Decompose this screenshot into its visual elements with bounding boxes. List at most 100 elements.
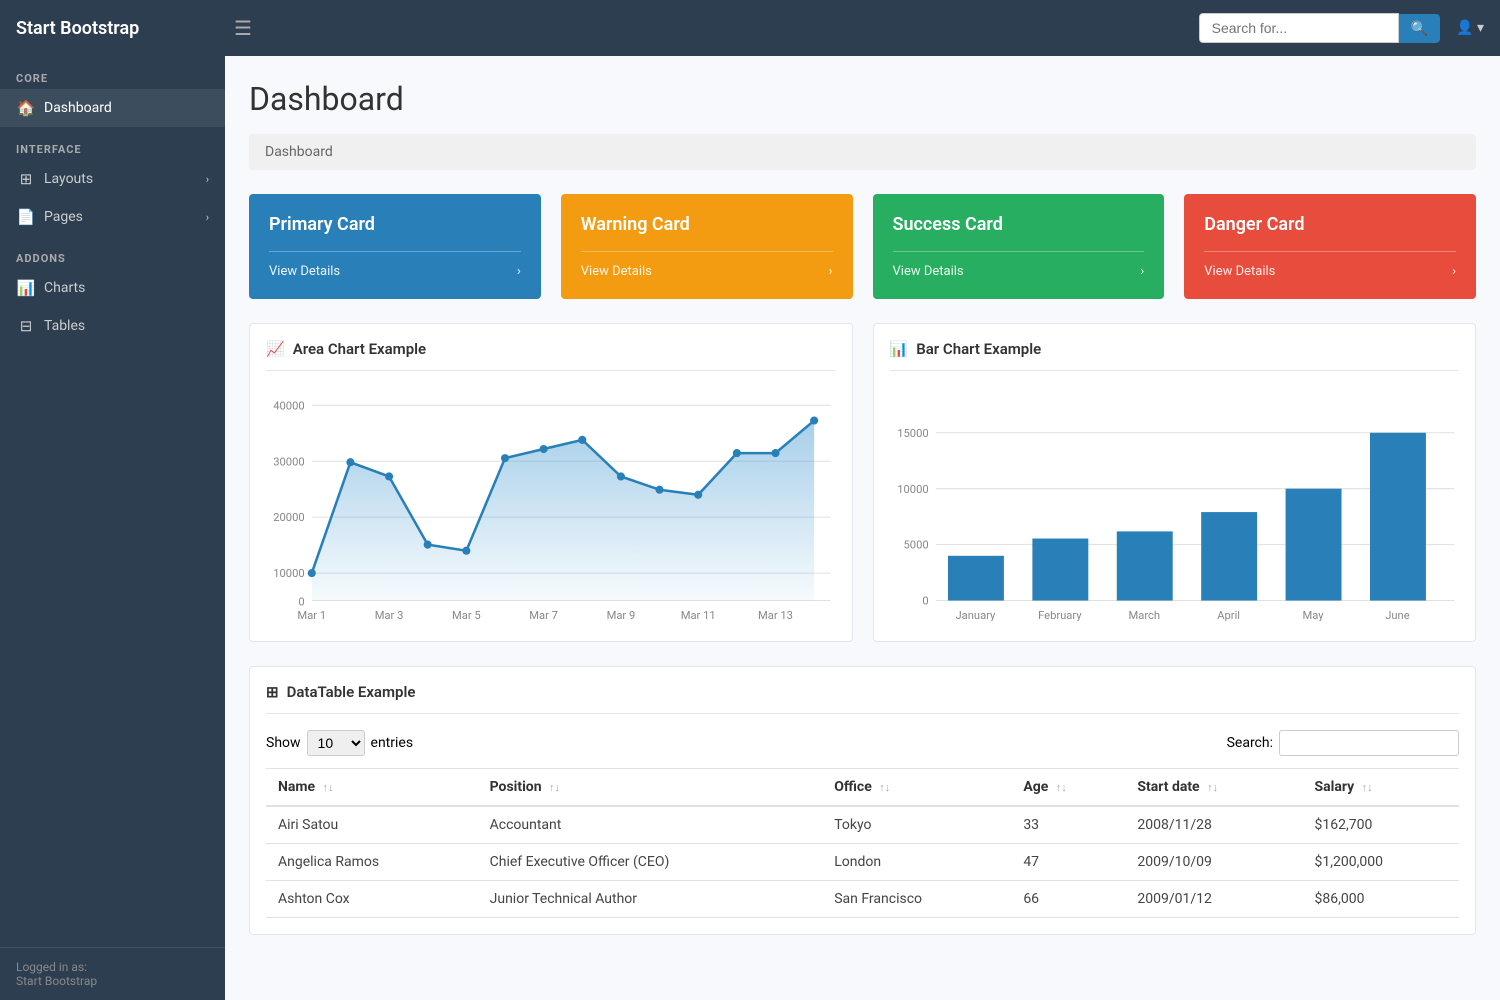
table-cell: $1,200,000 [1303,843,1459,880]
sidebar-item-tables[interactable]: ⊟ Tables [0,307,225,345]
layouts-icon: ⊞ [16,170,36,188]
table-cell: Chief Executive Officer (CEO) [478,843,823,880]
chevron-right-icon: › [206,173,209,186]
charts-icon: 📊 [16,279,36,297]
col-name[interactable]: Name ↑↓ [266,768,478,806]
dashboard-icon: 🏠 [16,99,36,117]
svg-text:20000: 20000 [273,511,304,524]
area-chart-title: Area Chart Example [293,340,426,358]
table-cell: 2008/11/28 [1125,806,1302,844]
svg-text:Mar 13: Mar 13 [758,609,793,621]
col-office[interactable]: Office ↑↓ [822,768,1011,806]
search-label: Search: [1227,735,1273,751]
svg-text:Mar 11: Mar 11 [681,609,716,621]
entries-select[interactable]: 10 25 50 100 [307,730,365,756]
svg-text:0: 0 [298,596,304,609]
table-row: Airi SatouAccountantTokyo332008/11/28$16… [266,806,1459,844]
bar-chart-header: 📊 Bar Chart Example [890,340,1460,371]
danger-card: Danger Card View Details › [1184,194,1476,299]
pages-icon: 📄 [16,208,36,226]
breadcrumb: Dashboard [249,134,1476,170]
card-link[interactable]: View Details › [581,251,833,279]
svg-text:5000: 5000 [903,539,928,552]
card-link[interactable]: View Details › [269,251,521,279]
menu-toggle-button[interactable]: ☰ [234,16,252,41]
card-title: Danger Card [1204,214,1456,235]
show-label: Show [266,735,301,751]
table-row: Angelica RamosChief Executive Officer (C… [266,843,1459,880]
col-salary[interactable]: Salary ↑↓ [1303,768,1459,806]
table-cell: Ashton Cox [266,880,478,917]
sort-icon: ↑↓ [549,781,560,794]
table-cell: London [822,843,1011,880]
arrow-right-icon: › [829,264,833,279]
svg-text:Mar 9: Mar 9 [607,609,636,621]
card-title: Warning Card [581,214,833,235]
card-link-text: View Details [1204,264,1275,279]
card-title: Success Card [893,214,1145,235]
table-cell: $162,700 [1303,806,1459,844]
table-row: Ashton CoxJunior Technical AuthorSan Fra… [266,880,1459,917]
area-chart-header: 📈 Area Chart Example [266,340,836,371]
svg-text:40000: 40000 [273,399,304,412]
table-search: Search: [1227,730,1459,756]
bar-chart-title: Bar Chart Example [916,340,1041,358]
user-menu[interactable]: 👤 ▾ [1456,20,1484,36]
bar-chart-body: 15000 10000 5000 0 [890,387,1460,625]
table-cell: 47 [1011,843,1125,880]
sidebar-section-addons: ADDONS [0,236,225,269]
sort-icon: ↑↓ [1362,781,1373,794]
sort-icon: ↑↓ [1207,781,1218,794]
svg-text:June: June [1385,609,1409,621]
card-link[interactable]: View Details › [893,251,1145,279]
svg-text:Mar 5: Mar 5 [452,609,481,621]
success-card: Success Card View Details › [873,194,1165,299]
bar-chart-svg: 15000 10000 5000 0 [890,387,1460,621]
layout: CORE 🏠 Dashboard INTERFACE ⊞ Layouts › 📄… [0,56,1500,1000]
svg-text:March: March [1128,609,1160,621]
sort-icon: ↑↓ [1056,781,1067,794]
logged-in-user: Start Bootstrap [16,974,209,988]
sidebar-item-charts[interactable]: 📊 Charts [0,269,225,307]
svg-text:10000: 10000 [273,567,304,580]
card-link[interactable]: View Details › [1204,251,1456,279]
sidebar-item-dashboard[interactable]: 🏠 Dashboard [0,89,225,127]
sidebar-item-label: Pages [44,209,83,225]
sidebar-item-label: Tables [44,318,85,334]
page-title: Dashboard [249,80,1476,118]
sidebar: CORE 🏠 Dashboard INTERFACE ⊞ Layouts › 📄… [0,56,225,1000]
search-button[interactable]: 🔍 [1399,14,1440,43]
topnav: Start Bootstrap ☰ 🔍 👤 ▾ [0,0,1500,56]
table-cell: San Francisco [822,880,1011,917]
datatable-header: ⊞ DataTable Example [266,683,1459,714]
sidebar-section-core: CORE [0,56,225,89]
sidebar-item-pages[interactable]: 📄 Pages › [0,198,225,236]
show-entries: Show 10 25 50 100 entries [266,730,413,756]
search-box: 🔍 [1199,13,1440,43]
table-controls: Show 10 25 50 100 entries Search: [266,730,1459,756]
svg-text:Mar 7: Mar 7 [529,609,558,621]
table-cell: Accountant [478,806,823,844]
datatable-icon: ⊞ [266,683,279,701]
col-age[interactable]: Age ↑↓ [1011,768,1125,806]
table-cell: Tokyo [822,806,1011,844]
svg-text:0: 0 [922,595,928,608]
svg-text:30000: 30000 [273,455,304,468]
brand-name: Start Bootstrap [16,18,226,39]
entries-label: entries [371,735,414,751]
search-input[interactable] [1199,13,1399,43]
sidebar-item-label: Dashboard [44,100,112,116]
data-table: Name ↑↓ Position ↑↓ Office ↑↓ Age [266,768,1459,918]
arrow-right-icon: › [1140,264,1144,279]
card-title: Primary Card [269,214,521,235]
svg-text:February: February [1038,609,1082,621]
sort-icon: ↑↓ [323,781,334,794]
table-search-input[interactable] [1279,730,1459,756]
col-startdate[interactable]: Start date ↑↓ [1125,768,1302,806]
svg-text:10000: 10000 [897,483,928,496]
table-cell: 2009/10/09 [1125,843,1302,880]
svg-text:May: May [1302,609,1324,621]
col-position[interactable]: Position ↑↓ [478,768,823,806]
charts-row: 📈 Area Chart Example 40000 30000 20000 1… [249,323,1476,642]
sidebar-item-layouts[interactable]: ⊞ Layouts › [0,160,225,198]
